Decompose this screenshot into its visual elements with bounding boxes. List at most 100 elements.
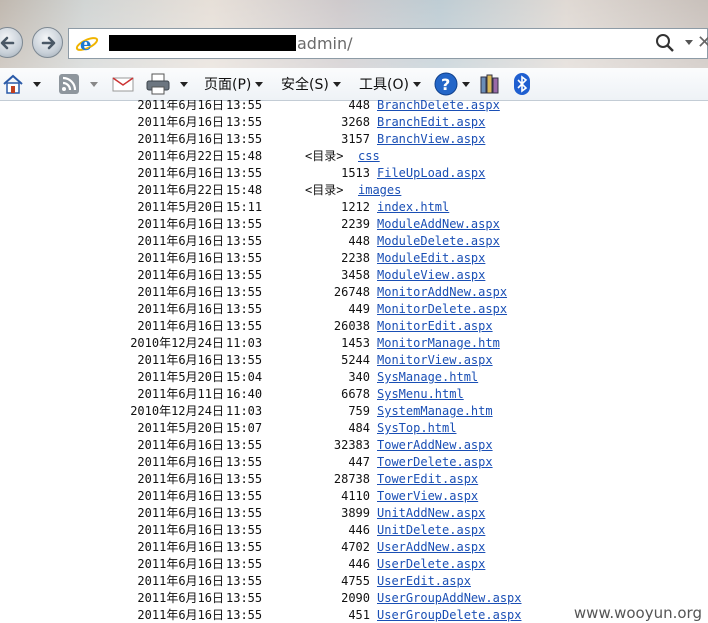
file-link[interactable]: UserEdit.aspx	[377, 573, 471, 590]
file-link[interactable]: UserGroupAddNew.aspx	[377, 590, 522, 607]
directory-link[interactable]: css	[358, 148, 380, 165]
file-link[interactable]: TowerView.aspx	[377, 488, 478, 505]
file-size: 2239	[341, 217, 370, 231]
feeds-dropdown-arrow[interactable]	[90, 81, 98, 87]
file-link[interactable]: ModuleAddNew.aspx	[377, 216, 500, 233]
file-date: 2010年12月24日	[130, 404, 224, 418]
file-size: 3899	[341, 506, 370, 520]
list-item: 2011年6月16日 13:55 3899 UnitAddNew.aspx	[0, 505, 708, 522]
file-link[interactable]: UserAddNew.aspx	[377, 539, 485, 556]
list-item: 2011年6月22日 15:48 <目录> images	[0, 182, 708, 199]
feeds-button[interactable]	[58, 68, 98, 100]
file-size: 449	[348, 302, 370, 316]
file-link[interactable]: TowerAddNew.aspx	[377, 437, 493, 454]
tools-menu-label: 工具(O)	[359, 77, 409, 93]
file-link[interactable]: index.html	[377, 199, 449, 216]
file-link[interactable]: TowerDelete.aspx	[377, 454, 493, 471]
file-time: 13:55	[226, 523, 263, 537]
help-button[interactable]: ?	[434, 68, 470, 100]
file-link[interactable]: BranchEdit.aspx	[377, 114, 485, 131]
file-size: 32383	[333, 438, 370, 452]
help-dropdown-arrow[interactable]	[462, 81, 470, 87]
file-date: 2011年6月16日	[137, 285, 224, 299]
forward-button[interactable]	[32, 27, 63, 58]
home-dropdown-arrow[interactable]	[33, 81, 41, 87]
file-link[interactable]: TowerEdit.aspx	[377, 471, 478, 488]
file-link[interactable]: MonitorAddNew.aspx	[377, 284, 507, 301]
file-size: 446	[348, 557, 370, 571]
print-dropdown-arrow[interactable]	[180, 81, 188, 87]
file-size: 4702	[341, 540, 370, 554]
list-item: 2011年5月20日 15:07 484 SysTop.html	[0, 420, 708, 437]
file-date: 2011年6月16日	[137, 251, 224, 265]
address-bar[interactable]: e admin/ ✕	[68, 28, 708, 59]
file-time: 13:55	[226, 540, 263, 554]
file-link[interactable]: SysTop.html	[377, 420, 456, 437]
file-link[interactable]: UnitAddNew.aspx	[377, 505, 485, 522]
file-time: 13:55	[226, 574, 263, 588]
file-date: 2011年6月16日	[137, 523, 224, 537]
file-link[interactable]: MonitorManage.htm	[377, 335, 500, 352]
file-date: 2011年6月16日	[137, 353, 224, 367]
search-icon[interactable]	[655, 33, 675, 53]
file-date: 2011年6月16日	[137, 217, 224, 231]
list-item: 2011年6月16日 13:55 447 TowerDelete.aspx	[0, 454, 708, 471]
file-link[interactable]: MonitorView.aspx	[377, 352, 493, 369]
svg-text:e: e	[80, 34, 91, 55]
stop-icon[interactable]: ✕	[697, 32, 708, 53]
research-button[interactable]	[479, 68, 501, 100]
file-link[interactable]: BranchView.aspx	[377, 131, 485, 148]
print-button[interactable]	[146, 68, 188, 100]
bluetooth-button[interactable]	[513, 68, 531, 100]
file-link[interactable]: UnitDelete.aspx	[377, 522, 485, 539]
file-link[interactable]: SystemManage.htm	[377, 403, 493, 420]
file-size: 4755	[341, 574, 370, 588]
file-time: 13:55	[226, 100, 263, 112]
directory-link[interactable]: images	[358, 182, 401, 199]
file-link[interactable]: MonitorEdit.aspx	[377, 318, 493, 335]
file-time: 13:55	[226, 591, 263, 605]
file-time: 13:55	[226, 489, 263, 503]
file-link[interactable]: ModuleDelete.aspx	[377, 233, 500, 250]
list-item: 2011年6月16日 13:55 446 UnitDelete.aspx	[0, 522, 708, 539]
list-item: 2011年6月11日 16:40 6678 SysMenu.html	[0, 386, 708, 403]
file-link[interactable]: ModuleEdit.aspx	[377, 250, 485, 267]
file-link[interactable]: BranchDelete.aspx	[377, 100, 500, 114]
file-time: 13:55	[226, 557, 263, 571]
safety-menu[interactable]: 安全(S)	[281, 68, 341, 100]
list-item: 2011年6月16日 13:55 448 BranchDelete.aspx	[0, 100, 708, 114]
file-link[interactable]: ModuleView.aspx	[377, 267, 485, 284]
file-time: 13:55	[226, 302, 263, 316]
file-size: 1453	[341, 336, 370, 350]
file-link[interactable]: FileUpLoad.aspx	[377, 165, 485, 182]
list-item: 2010年12月24日 11:03 759 SystemManage.htm	[0, 403, 708, 420]
url-text[interactable]: admin/	[297, 34, 353, 53]
list-item: 2011年6月16日 13:55 3268 BranchEdit.aspx	[0, 114, 708, 131]
file-size: 759	[348, 404, 370, 418]
list-item: 2011年6月22日 15:48 <目录> css	[0, 148, 708, 165]
file-link[interactable]: SysMenu.html	[377, 386, 464, 403]
file-date: 2011年5月20日	[137, 200, 224, 214]
command-bar: 页面(P) 安全(S) 工具(O) ?	[0, 68, 708, 101]
home-button[interactable]	[2, 68, 41, 100]
file-link[interactable]: UserDelete.aspx	[377, 556, 485, 573]
address-dropdown-arrow[interactable]	[685, 40, 693, 45]
file-date: 2011年6月16日	[137, 506, 224, 520]
file-date: 2011年5月20日	[137, 421, 224, 435]
file-link[interactable]: MonitorDelete.aspx	[377, 301, 507, 318]
file-size: 484	[348, 421, 370, 435]
file-date: 2011年6月16日	[137, 319, 224, 333]
file-size: 4110	[341, 489, 370, 503]
file-time: 11:03	[226, 336, 263, 350]
read-mail-button[interactable]	[112, 68, 134, 100]
file-size: 1513	[341, 166, 370, 180]
list-item: 2011年6月16日 13:55 4755 UserEdit.aspx	[0, 573, 708, 590]
tools-menu[interactable]: 工具(O)	[359, 68, 421, 100]
page-menu[interactable]: 页面(P)	[204, 68, 264, 100]
file-time: 15:04	[226, 370, 263, 384]
file-link[interactable]: SysManage.html	[377, 369, 478, 386]
list-item: 2010年12月24日 11:03 1453 MonitorManage.htm	[0, 335, 708, 352]
file-link[interactable]: UserGroupDelete.aspx	[377, 607, 522, 623]
file-time: 13:55	[226, 438, 263, 452]
file-size: 451	[348, 608, 370, 622]
